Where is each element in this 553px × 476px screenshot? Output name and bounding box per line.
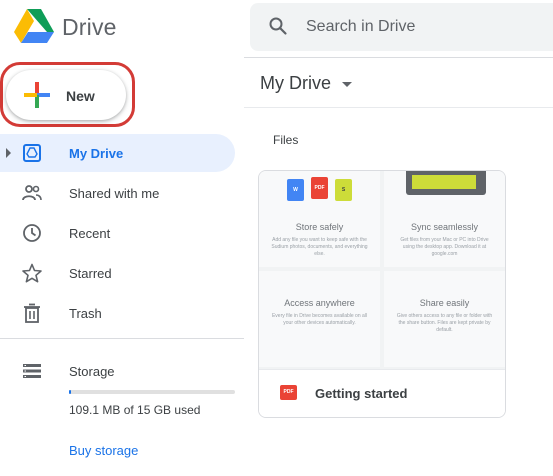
sidebar-item-label: Starred: [69, 266, 112, 281]
sidebar-item-label: Shared with me: [69, 186, 160, 201]
storage-label[interactable]: Storage: [69, 364, 115, 379]
tile-title: Share easily: [419, 298, 470, 308]
pdf-file-icon: PDF: [280, 385, 297, 400]
people-icon: [22, 185, 42, 201]
sidebar-item-starred[interactable]: Starred: [0, 254, 235, 292]
tile-title: Access anywhere: [284, 298, 355, 308]
tile-title: Store safely: [295, 222, 344, 232]
google-drive-logo[interactable]: [14, 8, 54, 44]
tile-title: Sync seamlessly: [410, 222, 479, 232]
expand-arrow-icon[interactable]: [6, 148, 11, 158]
search-input[interactable]: [306, 16, 546, 38]
storage-usage-fill: [69, 390, 71, 394]
buy-storage-link[interactable]: Buy storage: [69, 443, 138, 458]
sidebar-item-trash[interactable]: Trash: [0, 294, 235, 332]
thumbnail-tile-sync-seamlessly: Sync seamlessly Get files from your Mac …: [384, 171, 505, 267]
thumbnail-tile-store-safely: W PDF S Store safely Add any file you wa…: [259, 171, 380, 267]
storage-usage-bar: [69, 390, 235, 394]
sidebar-item-recent[interactable]: Recent: [0, 214, 235, 252]
main-divider: [244, 107, 553, 108]
file-card-footer[interactable]: PDF Getting started: [259, 369, 505, 417]
thumbnail-tile-share-easily: Share easily Give others access to any f…: [384, 271, 505, 367]
tile-text: Add any file you want to keep safe with …: [271, 237, 368, 257]
clock-icon: [23, 224, 41, 242]
header-divider: [244, 57, 553, 58]
tile-text: Get files from your Mac or PC into Drive…: [400, 237, 489, 257]
plus-icon: [24, 82, 50, 108]
sidebar-item-shared-with-me[interactable]: Shared with me: [0, 174, 235, 212]
word-doc-icon: W: [287, 179, 304, 201]
new-button[interactable]: New: [6, 70, 126, 120]
file-card[interactable]: W PDF S Store safely Add any file you wa…: [258, 170, 506, 418]
section-label-files: Files: [273, 133, 299, 147]
sidebar-divider: [0, 338, 244, 339]
chevron-down-icon[interactable]: [342, 82, 352, 87]
tile-text: Every file in Drive becomes available on…: [271, 313, 368, 326]
sidebar-item-label: Trash: [69, 306, 102, 321]
app-name[interactable]: Drive: [62, 14, 117, 41]
sidebar-item-label: My Drive: [69, 146, 124, 161]
new-button-label: New: [66, 88, 95, 104]
laptop-illustration: [406, 171, 486, 195]
search-icon[interactable]: [268, 16, 288, 36]
thumbnail-tile-access-anywhere: Access anywhere Every file in Drive beco…: [259, 271, 380, 367]
drive-folder-icon: [23, 144, 41, 162]
storage-used-text: 109.1 MB of 15 GB used: [69, 403, 201, 417]
page-title[interactable]: My Drive: [260, 73, 331, 94]
storage-icon: [23, 364, 41, 378]
pdf-doc-icon: PDF: [311, 177, 328, 199]
file-name: Getting started: [315, 386, 408, 401]
tile-text: Give others access to any file or folder…: [396, 313, 493, 333]
sidebar-item-label: Recent: [69, 226, 111, 241]
star-icon: [22, 263, 42, 283]
sheet-doc-icon: S: [335, 179, 352, 201]
trash-icon: [24, 303, 40, 323]
sidebar-item-my-drive[interactable]: My Drive: [0, 134, 235, 172]
file-thumbnail: W PDF S Store safely Add any file you wa…: [259, 171, 505, 369]
